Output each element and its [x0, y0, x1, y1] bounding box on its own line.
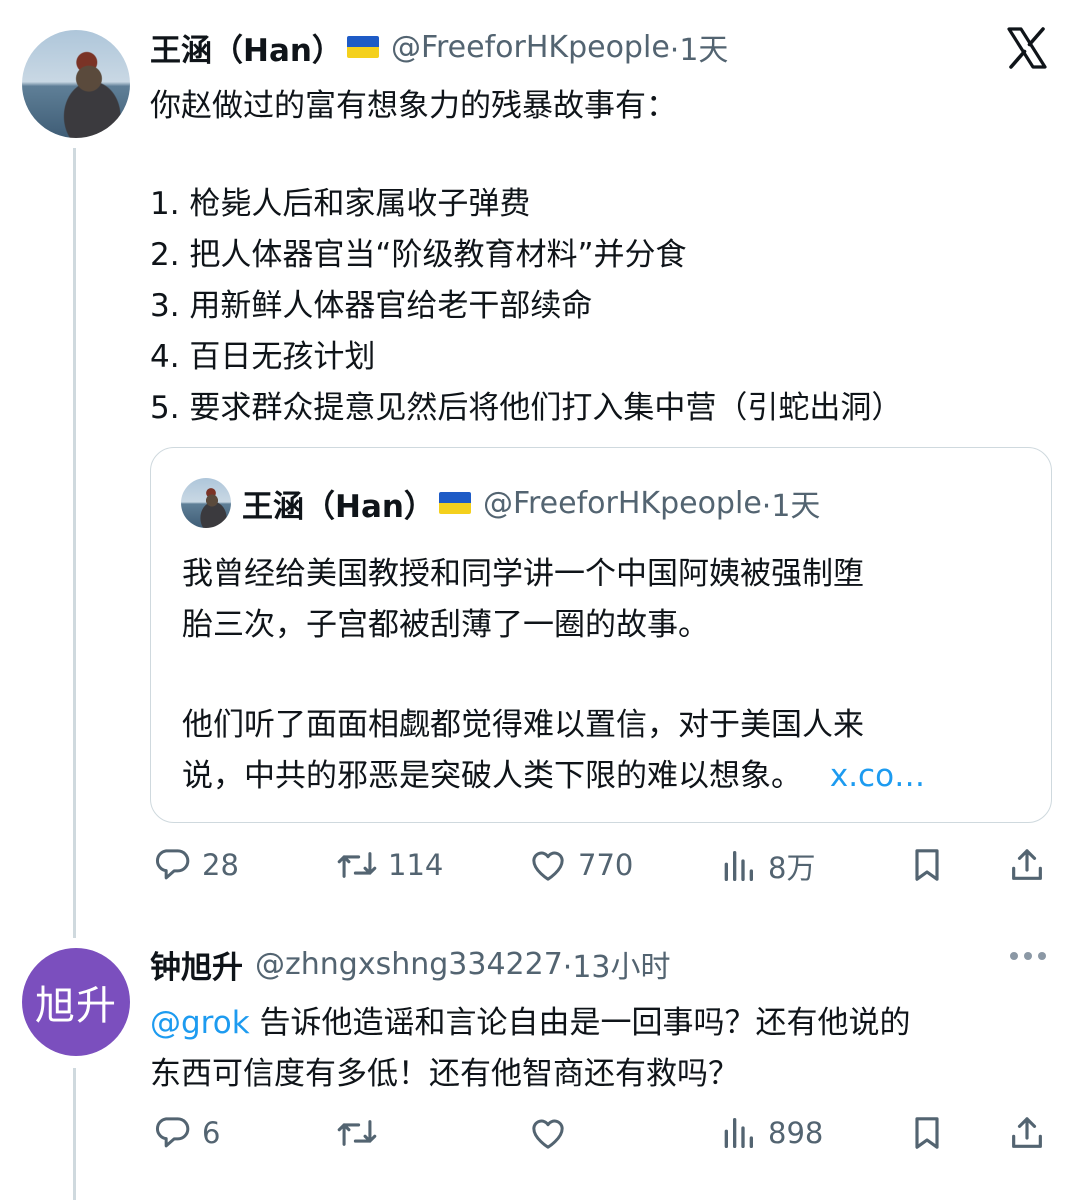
- reply-time[interactable]: ·13小时: [563, 942, 671, 986]
- reply-button[interactable]: 28: [152, 845, 239, 885]
- share-button[interactable]: [1007, 845, 1047, 885]
- reply-like-button[interactable]: [528, 1113, 568, 1153]
- reply-text-first: 告诉他造谣和言论自由是一回事吗？还有他说的: [249, 1005, 911, 1041]
- bookmark-button[interactable]: [907, 845, 947, 885]
- like-button[interactable]: 770: [528, 845, 633, 885]
- grok-mention-link[interactable]: @grok: [150, 1005, 250, 1041]
- tweet-text-line: 3. 用新鲜人体器官给老干部续命: [150, 288, 593, 324]
- reply-reply-button[interactable]: 6: [152, 1113, 220, 1153]
- reply-text-line: @grok 告诉他造谣和言论自由是一回事吗？还有他说的: [150, 997, 911, 1042]
- quoted-tweet-link[interactable]: x.co…: [830, 758, 925, 794]
- reply-header: 钟旭升 @zhngxshng334227 ·13小时: [150, 942, 671, 987]
- repost-button[interactable]: 114: [336, 845, 443, 885]
- quoted-text-line: 胎三次，子宫都被刮薄了一圈的故事。: [182, 607, 709, 643]
- thread-line-bottom: [73, 1068, 76, 1200]
- tweet-text-line: 你赵做过的富有想象力的残暴故事有：: [150, 88, 677, 124]
- heart-icon: [532, 1119, 564, 1149]
- repost-icon: [337, 852, 377, 878]
- reply-reply-count: 6: [202, 1116, 221, 1150]
- author-avatar[interactable]: [22, 30, 130, 138]
- tweet-text-line: 4. 百日无孩计划: [150, 339, 376, 375]
- author-handle[interactable]: @FreeforHKpeople: [391, 30, 670, 65]
- reply-share-button[interactable]: [1007, 1113, 1047, 1153]
- bookmark-icon: [915, 849, 939, 881]
- reply-icon: [156, 849, 190, 880]
- reply-icon: [156, 1117, 190, 1148]
- quoted-author-avatar: [181, 478, 231, 528]
- reply-views-button[interactable]: 898: [718, 1113, 823, 1153]
- tweet-time[interactable]: ·1天: [670, 25, 729, 69]
- reply-count: 28: [202, 848, 239, 882]
- tweet-header: 王涵（Han） @FreeforHKpeople ·1天: [150, 25, 729, 70]
- ukraine-flag-icon: [346, 36, 379, 58]
- quoted-text-line: 说，中共的邪恶是突破人类下限的难以想象。 x.co…: [182, 750, 925, 795]
- reply-author-handle[interactable]: @zhngxshng334227: [255, 947, 563, 982]
- quoted-tweet-time: ·1天: [761, 489, 821, 524]
- reply-views-count: 898: [768, 1116, 824, 1150]
- reply-text-line: 东西可信度有多低！还有他智商还有救吗？: [150, 1056, 739, 1092]
- quoted-text-last: 说，中共的邪恶是突破人类下限的难以想象。: [182, 758, 802, 794]
- views-count: 8万: [768, 851, 816, 885]
- quoted-author-handle: @FreeforHKpeople: [482, 485, 762, 521]
- bookmark-icon: [915, 1117, 939, 1149]
- tweet-text-line: 1. 枪毙人后和家属收子弹费: [150, 186, 531, 222]
- quoted-tweet-header: 王涵（Han） @FreeforHKpeople ·1天: [242, 483, 821, 525]
- author-name[interactable]: 王涵（Han）: [150, 25, 343, 70]
- heart-icon: [532, 851, 564, 881]
- share-icon: [1012, 849, 1042, 880]
- reply-author-avatar[interactable]: 旭升: [22, 948, 130, 1056]
- reply-bookmark-button[interactable]: [907, 1113, 947, 1153]
- like-count: 770: [578, 848, 634, 882]
- share-icon: [1012, 1117, 1042, 1148]
- more-options-icon[interactable]: [1010, 952, 1046, 960]
- x-logo-icon[interactable]: [1005, 26, 1049, 70]
- repost-icon: [337, 1120, 377, 1146]
- tweet-text-line: 2. 把人体器官当“阶级教育材料”并分食: [150, 237, 687, 273]
- ukraine-flag-icon: [438, 492, 471, 514]
- repost-count: 114: [388, 848, 444, 882]
- tweet-text-line: 5. 要求群众提意见然后将他们打入集中营（引蛇出洞）: [150, 390, 903, 426]
- views-button[interactable]: 8万: [718, 845, 815, 887]
- views-icon: [724, 1118, 753, 1148]
- reply-author-name[interactable]: 钟旭升: [150, 942, 243, 987]
- thread-line-top: [73, 148, 76, 938]
- quoted-text-line: 我曾经给美国教授和同学讲一个中国阿姨被强制堕: [182, 556, 864, 592]
- views-icon: [724, 851, 753, 881]
- reply-repost-button[interactable]: [336, 1113, 378, 1153]
- quoted-author-name: 王涵（Han）: [242, 488, 435, 525]
- quoted-text-line: 他们听了面面相觑都觉得难以置信，对于美国人来: [182, 707, 864, 743]
